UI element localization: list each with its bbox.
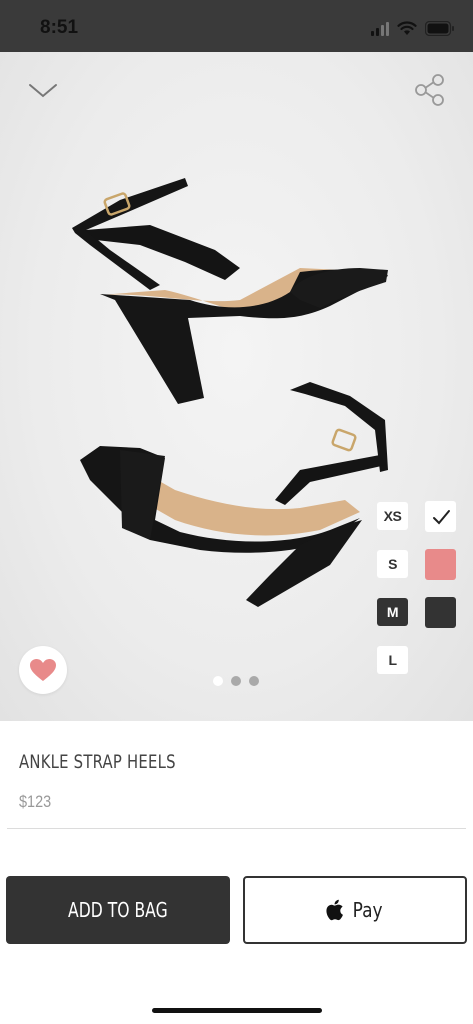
chevron-down-icon[interactable]: [26, 78, 60, 102]
color-swatch-black[interactable]: [425, 597, 456, 628]
size-label: XS: [383, 508, 402, 524]
size-option-xs[interactable]: XS: [377, 502, 408, 530]
apple-pay-label: Pay: [353, 898, 383, 922]
add-to-bag-button[interactable]: ADD TO BAG: [6, 876, 230, 944]
size-option-l[interactable]: L: [377, 646, 408, 674]
cellular-signal-icon: [371, 22, 389, 36]
pagination-dot[interactable]: [249, 676, 259, 686]
home-indicator[interactable]: [152, 1008, 322, 1013]
product-price: $123: [19, 792, 52, 811]
size-label: M: [386, 604, 399, 620]
product-title: ANKLE STRAP HEELS: [19, 751, 176, 773]
color-swatch-selected[interactable]: [425, 501, 456, 532]
status-icons: [371, 18, 455, 36]
heart-icon: [30, 659, 56, 681]
pagination-dot[interactable]: [231, 676, 241, 686]
share-icon[interactable]: [412, 72, 448, 108]
size-option-s[interactable]: S: [377, 550, 408, 578]
status-bar: 8:51: [0, 0, 473, 52]
size-label: L: [388, 652, 397, 668]
pagination-dot-active[interactable]: [213, 676, 223, 686]
battery-icon: [425, 21, 455, 36]
size-label: S: [388, 556, 397, 572]
color-swatch-pink[interactable]: [425, 549, 456, 580]
add-to-bag-label: ADD TO BAG: [68, 898, 168, 922]
status-time: 8:51: [40, 17, 79, 38]
size-option-m[interactable]: M: [377, 598, 408, 626]
apple-logo-icon: [326, 899, 344, 921]
divider: [7, 828, 466, 829]
favorite-button[interactable]: [19, 646, 67, 694]
check-icon: [432, 509, 450, 524]
apple-pay-button[interactable]: Pay: [243, 876, 467, 944]
product-image-gallery[interactable]: XS S M L: [0, 52, 473, 721]
gallery-pagination[interactable]: [213, 676, 259, 686]
wifi-icon: [397, 21, 417, 36]
